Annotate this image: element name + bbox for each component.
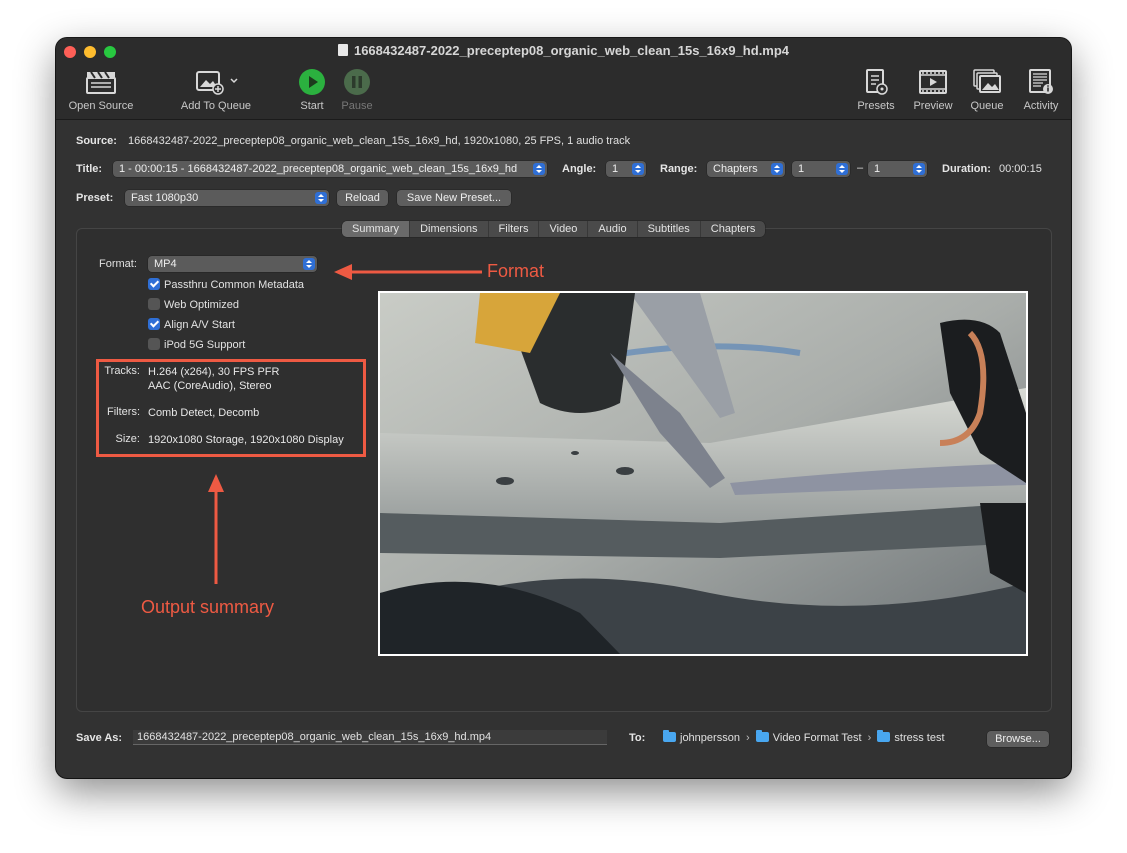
range-type-popup[interactable]: Chapters [707, 161, 785, 177]
popup-arrows-icon [913, 163, 925, 175]
range-dash: – [857, 162, 864, 174]
range-end-popup[interactable]: 1 [868, 161, 927, 177]
presets-icon [852, 68, 900, 96]
tab-video[interactable]: Video [539, 221, 589, 237]
settings-tabs: Summary Dimensions Filters Video Audio S… [342, 221, 766, 237]
pause-icon [337, 68, 377, 96]
save-as-label: Save As: [76, 732, 123, 744]
play-icon [292, 68, 332, 96]
angle-label: Angle: [562, 163, 597, 175]
pause-button[interactable]: Pause [337, 68, 377, 112]
document-icon [337, 44, 348, 56]
tab-chapters[interactable]: Chapters [701, 221, 766, 237]
format-popup[interactable]: MP4 [148, 256, 317, 272]
preview-button[interactable]: Preview [908, 68, 958, 112]
checkbox-checked-icon [148, 318, 160, 330]
start-button[interactable]: Start [292, 68, 332, 112]
preview-image [380, 293, 1026, 654]
queue-button[interactable]: Queue [964, 68, 1010, 112]
popup-arrows-icon [315, 192, 327, 204]
tab-summary[interactable]: Summary [342, 221, 411, 237]
reload-button[interactable]: Reload [337, 190, 388, 206]
activity-button[interactable]: Activity [1018, 68, 1064, 112]
save-as-field[interactable]: 1668432487-2022_preceptep08_organic_web_… [133, 730, 607, 745]
output-summary-annotation: Output summary [141, 597, 275, 617]
tab-filters[interactable]: Filters [489, 221, 540, 237]
popup-arrows-icon [836, 163, 848, 175]
ipod-5g-support-checkbox[interactable]: iPod 5G Support [148, 338, 245, 351]
preset-label: Preset: [76, 192, 114, 204]
tab-dimensions[interactable]: Dimensions [410, 221, 489, 237]
queue-stack-icon [964, 68, 1010, 96]
output-summary-highlight [96, 359, 366, 457]
video-preview-frame [378, 291, 1028, 656]
tab-audio[interactable]: Audio [588, 221, 638, 237]
activity-log-icon [1018, 68, 1064, 96]
open-source-button[interactable]: Open Source [66, 68, 136, 112]
clapperboard-icon [66, 68, 136, 96]
popup-arrows-icon [771, 163, 783, 175]
source-label: Source: [76, 135, 117, 147]
browse-button[interactable]: Browse... [987, 731, 1049, 747]
add-photo-icon [174, 68, 258, 96]
format-label: Format: [99, 258, 137, 270]
title-bar: 1668432487-2022_preceptep08_organic_web_… [56, 38, 1071, 120]
checkbox-checked-icon [148, 278, 160, 290]
checkbox-unchecked-icon [148, 338, 160, 350]
folder-icon [877, 730, 891, 742]
save-new-preset-button[interactable]: Save New Preset... [397, 190, 511, 206]
range-label: Range: [660, 163, 698, 175]
film-strip-icon [908, 68, 958, 96]
align-av-start-checkbox[interactable]: Align A/V Start [148, 318, 235, 331]
folder-icon [755, 730, 769, 742]
tab-subtitles[interactable]: Subtitles [638, 221, 701, 237]
checkbox-unchecked-icon [148, 298, 160, 310]
format-arrow-icon [334, 264, 482, 280]
presets-button[interactable]: Presets [852, 68, 900, 112]
title-label: Title: [76, 163, 103, 175]
title-popup[interactable]: 1 - 00:00:15 - 1668432487-2022_preceptep… [113, 161, 547, 177]
window-title: 1668432487-2022_preceptep08_organic_web_… [56, 43, 1071, 58]
source-info: 1668432487-2022_preceptep08_organic_web_… [128, 135, 631, 147]
preset-popup[interactable]: Fast 1080p30 [125, 190, 329, 206]
passthru-metadata-checkbox[interactable]: Passthru Common Metadata [148, 278, 304, 291]
to-label: To: [629, 732, 646, 744]
folder-icon [663, 730, 676, 742]
angle-popup[interactable]: 1 [606, 161, 646, 177]
web-optimized-checkbox[interactable]: Web Optimized [148, 298, 239, 311]
duration-value: 00:00:15 [999, 163, 1042, 175]
popup-arrows-icon [303, 258, 315, 270]
summary-arrow-icon [208, 474, 224, 584]
range-start-popup[interactable]: 1 [792, 161, 850, 177]
add-to-queue-button[interactable]: Add To Queue [174, 68, 258, 112]
popup-arrows-icon [632, 163, 644, 175]
destination-path[interactable]: johnpersson › Video Format Test › stress… [663, 730, 945, 744]
duration-label: Duration: [942, 163, 991, 175]
format-annotation: Format [487, 261, 545, 281]
popup-arrows-icon [533, 163, 545, 175]
